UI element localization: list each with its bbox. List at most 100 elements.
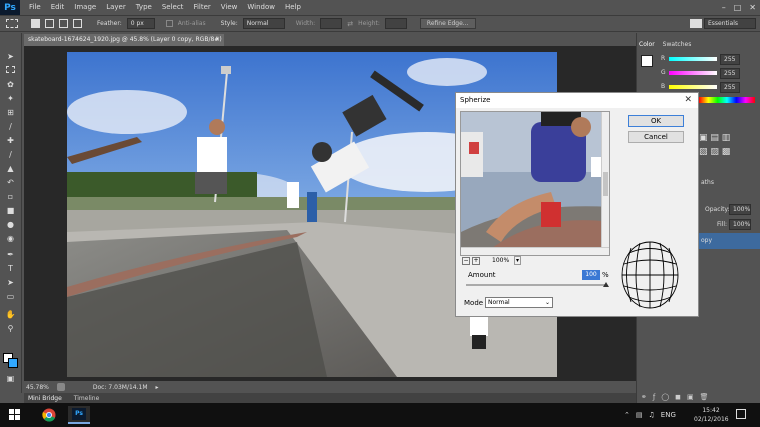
amount-slider-thumb[interactable] (603, 282, 609, 287)
preview-scroll-thumb[interactable] (603, 172, 608, 196)
feather-input[interactable]: 0 px (126, 18, 155, 29)
document-size: Doc: 7.03M/14.1M (92, 383, 148, 391)
blue-value[interactable]: 255 (720, 82, 740, 93)
menu-file[interactable]: File (24, 0, 46, 15)
tab-timeline[interactable]: Timeline (74, 395, 100, 402)
blue-slider[interactable] (669, 85, 717, 89)
workspace-icon[interactable] (690, 19, 702, 28)
adjustment-icons: ▣ ▤ ▥ ▧ ▨ ▩ (699, 133, 731, 157)
swap-icon[interactable]: ⇄ (347, 20, 353, 28)
gradient-tool-icon[interactable]: ■ (3, 205, 18, 216)
layer-row-selected[interactable]: opy (699, 233, 760, 249)
lasso-tool-icon[interactable]: ✿ (3, 79, 18, 90)
hand-tool-icon[interactable]: ✋ (3, 309, 18, 320)
color-foreground-swatch[interactable] (641, 55, 653, 67)
language-indicator[interactable]: ENG (661, 411, 676, 419)
intersect-selection-icon[interactable] (73, 19, 82, 28)
marquee-tool-icon[interactable] (6, 19, 18, 28)
menu-view[interactable]: View (216, 0, 243, 15)
zoom-in-button[interactable]: + (472, 257, 480, 265)
green-value[interactable]: 255 (720, 68, 740, 79)
crop-tool-icon[interactable]: ⊞ (3, 107, 18, 118)
close-tab-icon[interactable]: × (215, 34, 220, 46)
menu-help[interactable]: Help (280, 0, 306, 15)
maximize-icon[interactable]: □ (734, 0, 742, 15)
eyedropper-icon[interactable]: ∕ (3, 121, 18, 132)
type-tool-icon[interactable]: T (3, 263, 18, 274)
clock-date: 02/12/2016 (694, 416, 729, 423)
tab-swatches[interactable]: Swatches (663, 41, 692, 48)
color-spectrum-bar[interactable] (699, 97, 755, 103)
quick-select-icon[interactable]: ✦ (3, 93, 18, 104)
subtract-selection-icon[interactable] (59, 19, 68, 28)
close-icon[interactable]: ✕ (749, 0, 756, 15)
background-color-swatch[interactable] (8, 358, 18, 368)
amount-slider-track[interactable] (466, 284, 606, 286)
menu-select[interactable]: Select (157, 0, 189, 15)
tab-mini-bridge[interactable]: Mini Bridge (28, 395, 62, 402)
tray-expand-icon[interactable]: ⌃ (624, 411, 630, 419)
menu-type[interactable]: Type (131, 0, 157, 15)
amount-input[interactable]: 100 (582, 270, 600, 280)
chrome-icon[interactable] (38, 406, 60, 424)
brush-tool-icon[interactable]: ∕ (3, 149, 18, 160)
fill-value[interactable]: 100% (729, 219, 751, 230)
quick-mask-icon[interactable]: ▣ (3, 373, 18, 384)
history-brush-icon[interactable]: ↶ (3, 177, 18, 188)
network-icon[interactable]: ▤ (636, 411, 643, 419)
dodge-tool-icon[interactable]: ◉ (3, 233, 18, 244)
style-select[interactable]: Normal (242, 18, 285, 29)
refine-edge-button[interactable]: Refine Edge... (419, 18, 476, 29)
menu-filter[interactable]: Filter (188, 0, 215, 15)
pen-tool-icon[interactable]: ✒ (3, 249, 18, 260)
height-input[interactable] (384, 18, 407, 29)
preview-scrollbar[interactable] (601, 112, 609, 249)
opacity-value[interactable]: 100% (729, 204, 751, 215)
menu-image[interactable]: Image (69, 0, 101, 15)
dialog-close-icon[interactable]: ✕ (684, 93, 692, 108)
mode-select[interactable]: Normal ⌄ (485, 297, 553, 308)
menu-layer[interactable]: Layer (101, 0, 131, 15)
amount-unit: % (602, 271, 609, 279)
marquee-tool-icon[interactable] (3, 65, 18, 76)
tab-color[interactable]: Color (639, 41, 655, 48)
volume-icon[interactable]: ♫ (649, 411, 655, 419)
move-tool-icon[interactable]: ➤ (3, 51, 18, 62)
chevron-down-icon: ⌄ (544, 299, 550, 306)
zoom-readout[interactable]: 45.78% (26, 384, 49, 391)
clone-stamp-icon[interactable]: ▲ (3, 163, 18, 174)
share-icon[interactable] (56, 383, 65, 391)
zoom-tool-icon[interactable]: ⚲ (3, 323, 18, 334)
workspace-select[interactable]: Essentials (704, 18, 756, 29)
eraser-icon[interactable]: ▫ (3, 191, 18, 202)
red-slider[interactable] (669, 57, 717, 61)
ok-button[interactable]: OK (628, 115, 684, 127)
blur-tool-icon[interactable]: ● (3, 219, 18, 230)
clock-time: 15:42 (702, 407, 720, 414)
zoom-dropdown-icon[interactable]: ▾ (514, 256, 522, 265)
notifications-icon[interactable] (736, 409, 746, 419)
new-selection-icon[interactable] (31, 19, 40, 28)
path-select-icon[interactable]: ➤ (3, 277, 18, 288)
menu-window[interactable]: Window (242, 0, 280, 15)
zoom-out-button[interactable]: − (462, 257, 470, 265)
photoshop-taskbar-icon[interactable]: Ps (68, 406, 90, 424)
preview-hscrollbar[interactable] (461, 247, 609, 255)
clock[interactable]: 15:42 02/12/2016 (694, 406, 729, 424)
green-slider[interactable] (669, 71, 717, 75)
width-input[interactable] (320, 18, 343, 29)
shape-tool-icon[interactable]: ▭ (3, 291, 18, 302)
add-selection-icon[interactable] (45, 19, 54, 28)
windows-start-icon[interactable] (4, 406, 26, 424)
minimize-icon[interactable]: – (722, 0, 726, 15)
paths-tab[interactable]: aths (701, 179, 714, 186)
healing-brush-icon[interactable]: ✚ (3, 135, 18, 146)
document-tab[interactable]: skateboard-1674624_1920.jpg @ 45.8% (Lay… (24, 34, 224, 55)
red-value[interactable]: 255 (720, 54, 740, 65)
status-menu-icon[interactable]: ▸ (156, 384, 159, 391)
anti-alias-checkbox[interactable] (165, 20, 173, 27)
menu-edit[interactable]: Edit (46, 0, 70, 15)
cancel-button[interactable]: Cancel (628, 131, 684, 143)
filter-preview[interactable] (460, 111, 610, 256)
photoshop-logo: Ps (0, 0, 20, 15)
